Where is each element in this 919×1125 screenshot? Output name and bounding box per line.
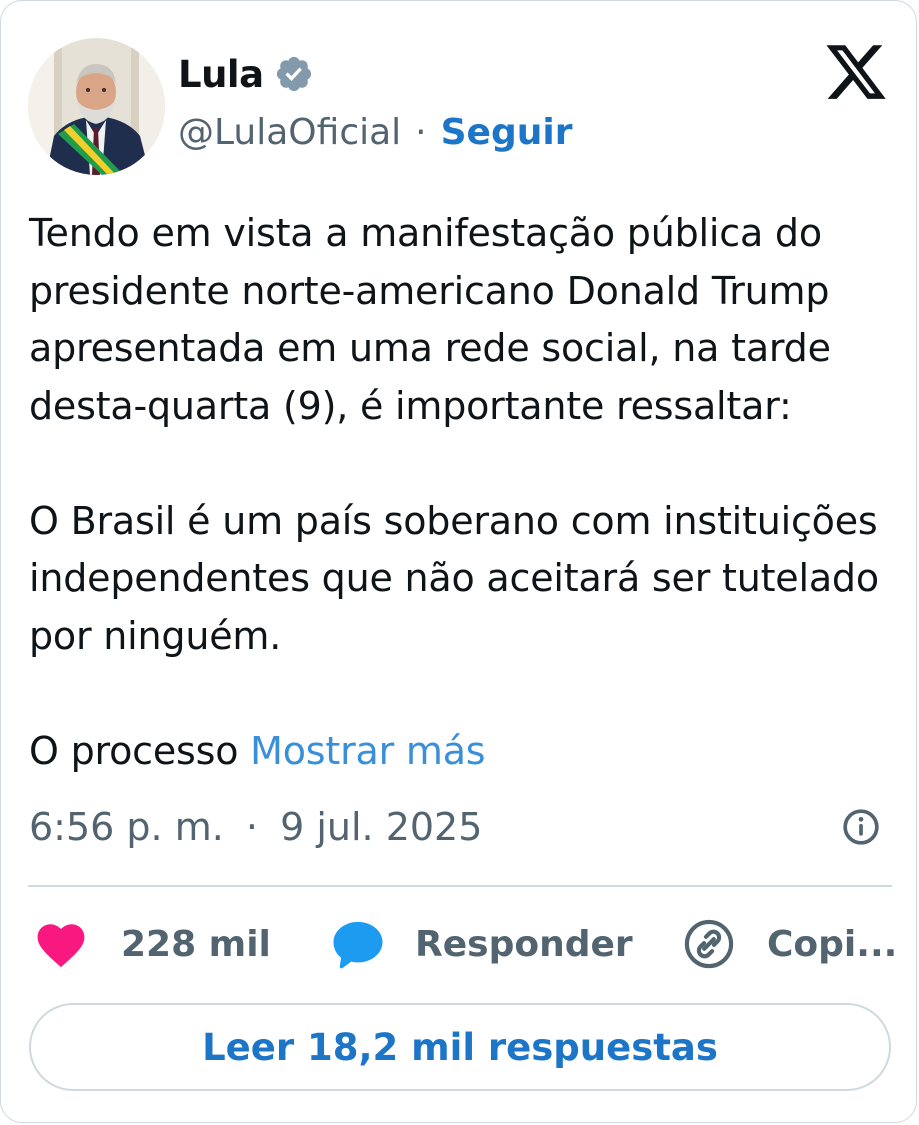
read-replies-button[interactable]: Leer 18,2 mil respuestas (29, 1003, 891, 1091)
copy-link-label: Copi... (767, 923, 898, 965)
like-count: 228 mil (121, 923, 271, 965)
divider (28, 885, 892, 887)
truncated-text: O processo (29, 728, 239, 773)
copy-link-button[interactable]: Copi... (683, 913, 897, 975)
timestamp[interactable]: 6:56 p. m. · 9 jul. 2025 (29, 805, 482, 849)
reply-button[interactable]: Responder (329, 913, 633, 975)
x-logo-icon[interactable] (823, 39, 889, 105)
read-replies-label: Leer 18,2 mil respuestas (202, 1025, 718, 1069)
tweet-date: 9 jul. 2025 (280, 805, 483, 849)
tweet-text: Tendo em vista a manifestação pública do… (29, 205, 904, 780)
separator: · (415, 111, 427, 153)
follow-button[interactable]: Seguir (441, 112, 573, 153)
show-more-link[interactable]: Mostrar más (250, 729, 485, 773)
tweet-time: 6:56 p. m. (29, 805, 224, 849)
avatar-image (28, 38, 165, 175)
tweet-paragraph-truncated: O processo Mostrar más (29, 723, 904, 781)
link-icon (684, 919, 734, 969)
author-handle-row: @LulaOficial · Seguir (178, 107, 572, 157)
author-handle[interactable]: @LulaOficial (178, 112, 401, 153)
tweet-paragraph: O Brasil é um país soberano com institui… (29, 498, 879, 658)
tweet-paragraph: Tendo em vista a manifestação pública do… (29, 211, 831, 428)
verified-badge-icon (276, 56, 311, 92)
author-name-row: Lula (178, 49, 314, 99)
timestamp-row: 6:56 p. m. · 9 jul. 2025 (29, 799, 881, 855)
reply-bubble-icon (333, 921, 383, 969)
separator: · (245, 805, 258, 849)
info-icon[interactable] (841, 807, 881, 847)
action-bar: 228 mil Responder Copi... (33, 913, 897, 975)
tweet-card: Lula @LulaOficial · Seguir Tendo em vist… (0, 0, 917, 1123)
avatar[interactable] (28, 38, 165, 175)
reply-label: Responder (415, 923, 633, 965)
like-button[interactable]: 228 mil (33, 913, 271, 975)
display-name[interactable]: Lula (178, 53, 264, 96)
heart-icon (37, 924, 85, 968)
